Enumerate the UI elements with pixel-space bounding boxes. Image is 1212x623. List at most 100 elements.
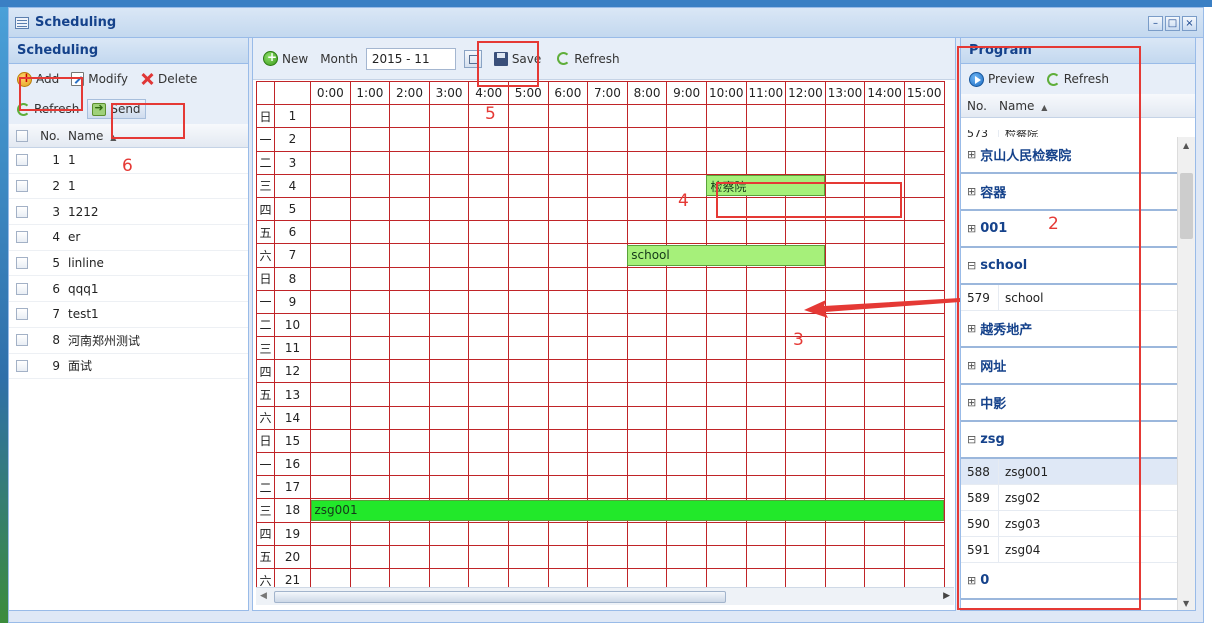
time-slot-cell[interactable] [705, 336, 747, 361]
time-slot-cell[interactable] [349, 104, 391, 129]
list-item[interactable]: 9 面试 [9, 354, 248, 380]
time-slot-cell[interactable] [903, 382, 945, 407]
time-slot-cell[interactable] [824, 359, 866, 384]
time-slot-cell[interactable] [705, 544, 747, 569]
time-slot-cell[interactable] [626, 475, 668, 500]
time-slot-cell[interactable] [824, 243, 866, 268]
time-slot-cell[interactable] [745, 359, 787, 384]
time-slot-cell[interactable] [428, 127, 470, 152]
time-slot-cell[interactable] [864, 451, 905, 477]
time-slot-cell[interactable] [626, 104, 668, 129]
time-slot-cell[interactable] [389, 196, 430, 222]
time-slot-cell[interactable] [745, 312, 787, 338]
time-slot-cell[interactable] [864, 521, 905, 546]
time-slot-cell[interactable] [903, 266, 945, 291]
time-slot-cell[interactable] [389, 173, 430, 198]
time-slot-cell[interactable] [349, 336, 391, 361]
time-slot-cell[interactable] [389, 150, 430, 175]
time-slot-cell[interactable] [903, 150, 945, 175]
time-slot-cell[interactable] [507, 127, 549, 152]
time-slot-cell[interactable] [349, 150, 391, 175]
time-slot-cell[interactable] [785, 405, 826, 430]
schedule-event[interactable]: zsg001 [310, 499, 944, 521]
time-slot-cell[interactable] [587, 428, 628, 454]
time-slot-cell[interactable] [349, 243, 391, 268]
time-slot-cell[interactable] [705, 567, 747, 587]
time-slot-cell[interactable] [785, 359, 826, 384]
time-slot-cell[interactable] [903, 104, 945, 129]
list-item[interactable]: 8 河南郑州测试 [9, 328, 248, 354]
time-slot-cell[interactable] [587, 127, 628, 152]
horizontal-scrollbar[interactable]: ◀ ▶ [256, 587, 954, 605]
time-slot-cell[interactable] [864, 127, 905, 152]
time-slot-cell[interactable] [864, 475, 905, 500]
time-slot-cell[interactable] [310, 336, 351, 361]
time-slot-cell[interactable] [547, 451, 589, 477]
time-slot-cell[interactable] [587, 289, 628, 314]
time-slot-cell[interactable] [547, 312, 589, 338]
time-slot-cell[interactable] [547, 127, 589, 152]
time-slot-cell[interactable] [389, 475, 430, 500]
time-slot-cell[interactable] [626, 150, 668, 175]
time-slot-cell[interactable] [310, 567, 351, 587]
time-slot-cell[interactable] [903, 451, 945, 477]
time-slot-cell[interactable] [310, 359, 351, 384]
time-slot-cell[interactable] [349, 451, 391, 477]
time-slot-cell[interactable] [547, 567, 589, 587]
scroll-up-icon[interactable]: ▲ [1183, 141, 1189, 150]
time-slot-cell[interactable] [310, 382, 351, 407]
row-checkbox[interactable] [16, 180, 28, 193]
time-slot-cell[interactable] [507, 405, 549, 430]
time-slot-cell[interactable] [666, 428, 707, 454]
time-slot-cell[interactable] [864, 382, 905, 407]
time-slot-cell[interactable] [745, 521, 787, 546]
time-slot-cell[interactable] [507, 382, 549, 407]
time-slot-cell[interactable] [547, 336, 589, 361]
time-slot-cell[interactable] [310, 266, 351, 291]
time-slot-cell[interactable] [824, 150, 866, 175]
time-slot-cell[interactable] [705, 405, 747, 430]
time-slot-cell[interactable] [745, 104, 787, 129]
time-slot-cell[interactable] [349, 196, 391, 222]
time-slot-cell[interactable] [705, 521, 747, 546]
time-slot-cell[interactable] [310, 196, 351, 222]
time-slot-cell[interactable] [547, 359, 589, 384]
row-checkbox[interactable] [16, 154, 28, 167]
month-field[interactable] [365, 47, 456, 70]
time-slot-cell[interactable] [507, 150, 549, 175]
time-slot-cell[interactable] [626, 359, 668, 384]
row-checkbox[interactable] [16, 231, 28, 244]
time-slot-cell[interactable] [666, 405, 707, 430]
time-slot-cell[interactable] [626, 173, 668, 198]
time-slot-cell[interactable] [626, 428, 668, 454]
time-slot-cell[interactable] [785, 336, 826, 361]
time-slot-cell[interactable] [310, 127, 351, 152]
time-slot-cell[interactable] [785, 567, 826, 587]
time-slot-cell[interactable] [903, 359, 945, 384]
time-slot-cell[interactable] [547, 266, 589, 291]
time-slot-cell[interactable] [824, 428, 866, 454]
time-slot-cell[interactable] [349, 567, 391, 587]
time-slot-cell[interactable] [507, 104, 549, 129]
time-slot-cell[interactable] [864, 150, 905, 175]
time-slot-cell[interactable] [310, 451, 351, 477]
time-slot-cell[interactable] [626, 127, 668, 152]
delete-button[interactable]: Delete [136, 70, 201, 89]
time-slot-cell[interactable] [705, 220, 747, 245]
time-slot-cell[interactable] [626, 521, 668, 546]
time-slot-cell[interactable] [705, 428, 747, 454]
time-slot-cell[interactable] [310, 289, 351, 314]
time-slot-cell[interactable] [547, 428, 589, 454]
time-slot-cell[interactable] [310, 475, 351, 500]
time-slot-cell[interactable] [349, 220, 391, 245]
time-slot-cell[interactable] [547, 104, 589, 129]
select-all-checkbox[interactable] [16, 129, 28, 142]
time-slot-cell[interactable] [626, 312, 668, 338]
window-title-bar[interactable]: Scheduling – □ × [9, 8, 1203, 38]
time-slot-cell[interactable] [705, 266, 747, 291]
time-slot-cell[interactable] [824, 544, 866, 569]
time-slot-cell[interactable] [666, 312, 707, 338]
time-slot-cell[interactable] [666, 336, 707, 361]
time-slot-cell[interactable] [587, 475, 628, 500]
time-slot-cell[interactable] [349, 521, 391, 546]
